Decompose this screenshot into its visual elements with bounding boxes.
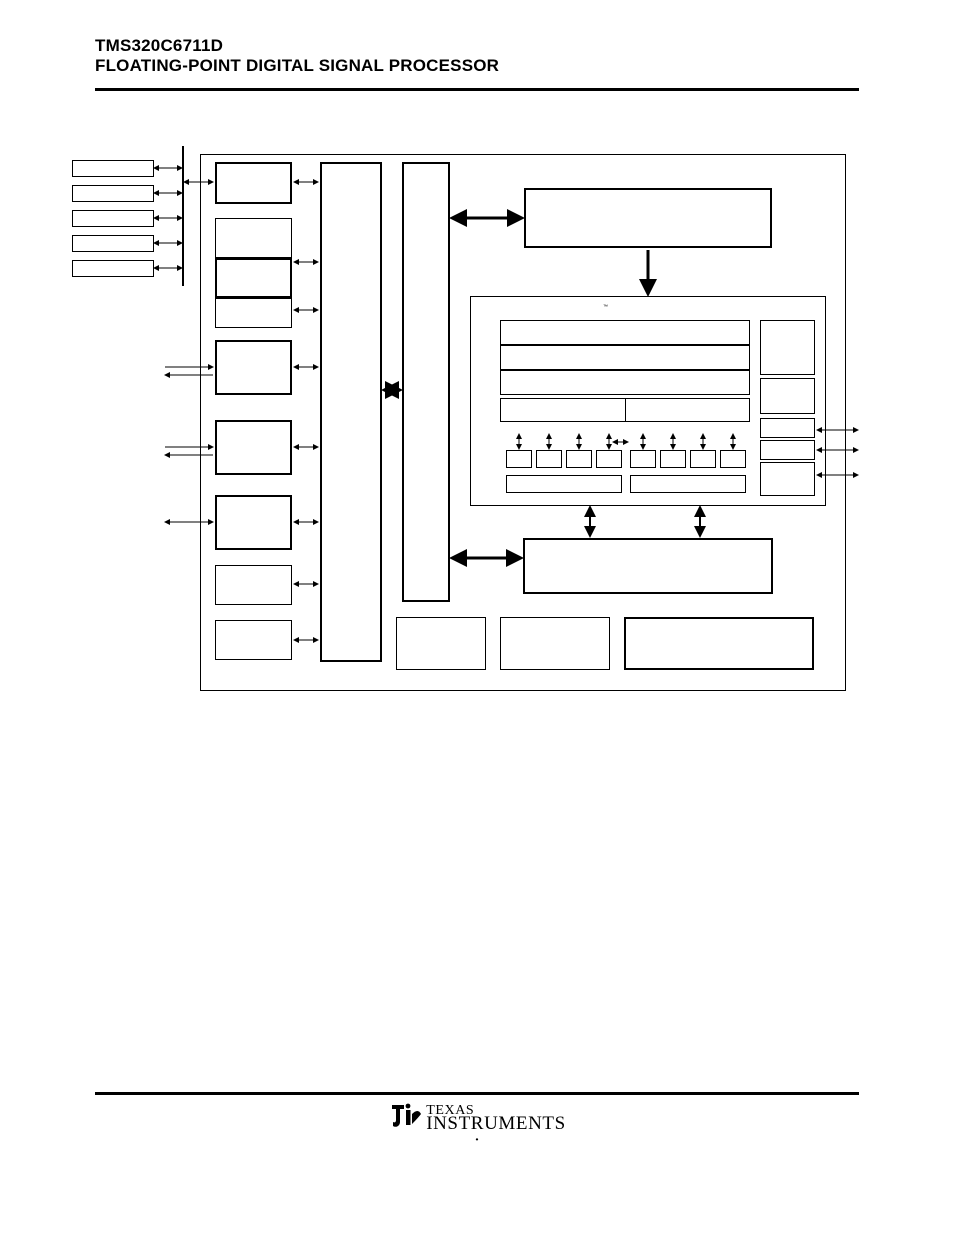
footer-rule [95,1092,859,1095]
footer: TEXAS INSTRUMENTS • [0,1102,954,1144]
footer-address: • [473,1134,481,1144]
block-diagram: ™ [0,0,954,1235]
ti-icon [388,1102,422,1132]
ti-logo: TEXAS INSTRUMENTS [388,1102,566,1132]
arrows [0,0,954,700]
brand-instruments: INSTRUMENTS [426,1117,566,1132]
page: TMS320C6711D FLOATING-POINT DIGITAL SIGN… [0,0,954,1235]
